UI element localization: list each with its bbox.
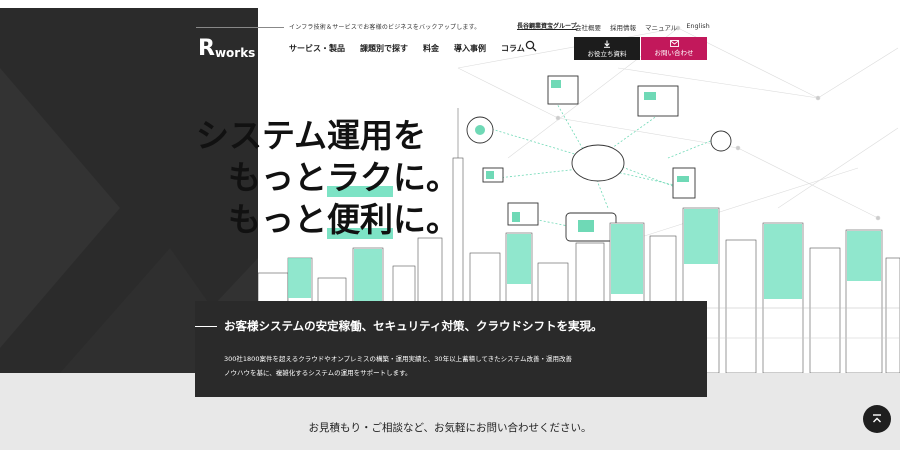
description-body: 300社1800案件を超えるクラウドやオンプレミスの構築・運用実績と、30年以上…	[224, 352, 572, 380]
top-link-recruit[interactable]: 採用情報	[610, 22, 636, 32]
search-icon[interactable]	[525, 40, 537, 52]
contact-label: お問い合わせ	[654, 49, 694, 57]
nav-by-issue[interactable]: 課題別で探す	[360, 43, 408, 54]
mail-icon	[669, 40, 679, 47]
download-label: お役立ち資料	[587, 49, 627, 58]
top-links: 会社概要 採用情報 マニュアル English	[575, 22, 710, 32]
top-link-manual[interactable]: マニュアル	[645, 22, 677, 32]
tagline: インフラ技術＆サービスでお客様のビジネスをバックアップします。	[289, 24, 481, 31]
top-link-company[interactable]: 会社概要	[575, 22, 601, 32]
arrow-up-icon	[873, 414, 881, 423]
logo-r: R	[198, 36, 215, 61]
nav-case-studies[interactable]: 導入事例	[454, 43, 486, 54]
headline-line-3-c: に。	[393, 200, 459, 239]
top-link-english[interactable]: English	[686, 22, 709, 32]
description-line-2: ノウハウを基に、複雑化するシステムの運用をサポートします。	[224, 369, 412, 377]
main-nav: サービス・製品 課題別で探す 料金 導入事例 コラム	[289, 43, 525, 54]
contact-button[interactable]: お問い合わせ	[641, 37, 707, 60]
download-icon	[604, 40, 610, 48]
logo-works: works	[214, 46, 256, 60]
page-top-button[interactable]	[863, 405, 891, 433]
group-link[interactable]: 長谷鋼業資宝グループ	[517, 21, 577, 30]
page: インフラ技術＆サービスでお客様のビジネスをバックアップします。 長谷鋼業資宝グル…	[0, 8, 900, 450]
nav-pricing[interactable]: 料金	[423, 43, 439, 54]
headline-line-2-a: もっと	[228, 158, 327, 197]
headline-highlight-benri: 便利	[327, 200, 393, 239]
headline-line-3: もっと便利に。	[196, 199, 459, 241]
contact-prompt: お見積もり・ご相談など、お気軽にお問い合わせください。	[308, 422, 592, 434]
download-materials-button[interactable]: お役立ち資料	[574, 37, 640, 60]
tagline-divider	[196, 27, 284, 28]
headline-highlight-raku: ラク	[327, 158, 393, 197]
description-heading: お客様システムの安定稼働、セキュリティ対策、クラウドシフトを実現。	[224, 319, 603, 333]
logo[interactable]: R works	[198, 36, 256, 61]
headline-line-3-a: もっと	[228, 200, 327, 239]
description-divider	[195, 326, 217, 327]
headline-line-2: もっとラクに。	[196, 157, 459, 199]
headline-line-1: システム運用を	[196, 116, 427, 155]
nav-column[interactable]: コラム	[501, 43, 525, 54]
headline-line-2-c: に。	[393, 158, 459, 197]
hero-description-box: お客様システムの安定稼働、セキュリティ対策、クラウドシフトを実現。 300社18…	[195, 301, 707, 397]
nav-services[interactable]: サービス・製品	[289, 43, 345, 54]
hero-headline: システム運用を もっとラクに。 もっと便利に。	[196, 115, 459, 241]
description-line-1: 300社1800案件を超えるクラウドやオンプレミスの構築・運用実績と、30年以上…	[224, 355, 572, 363]
